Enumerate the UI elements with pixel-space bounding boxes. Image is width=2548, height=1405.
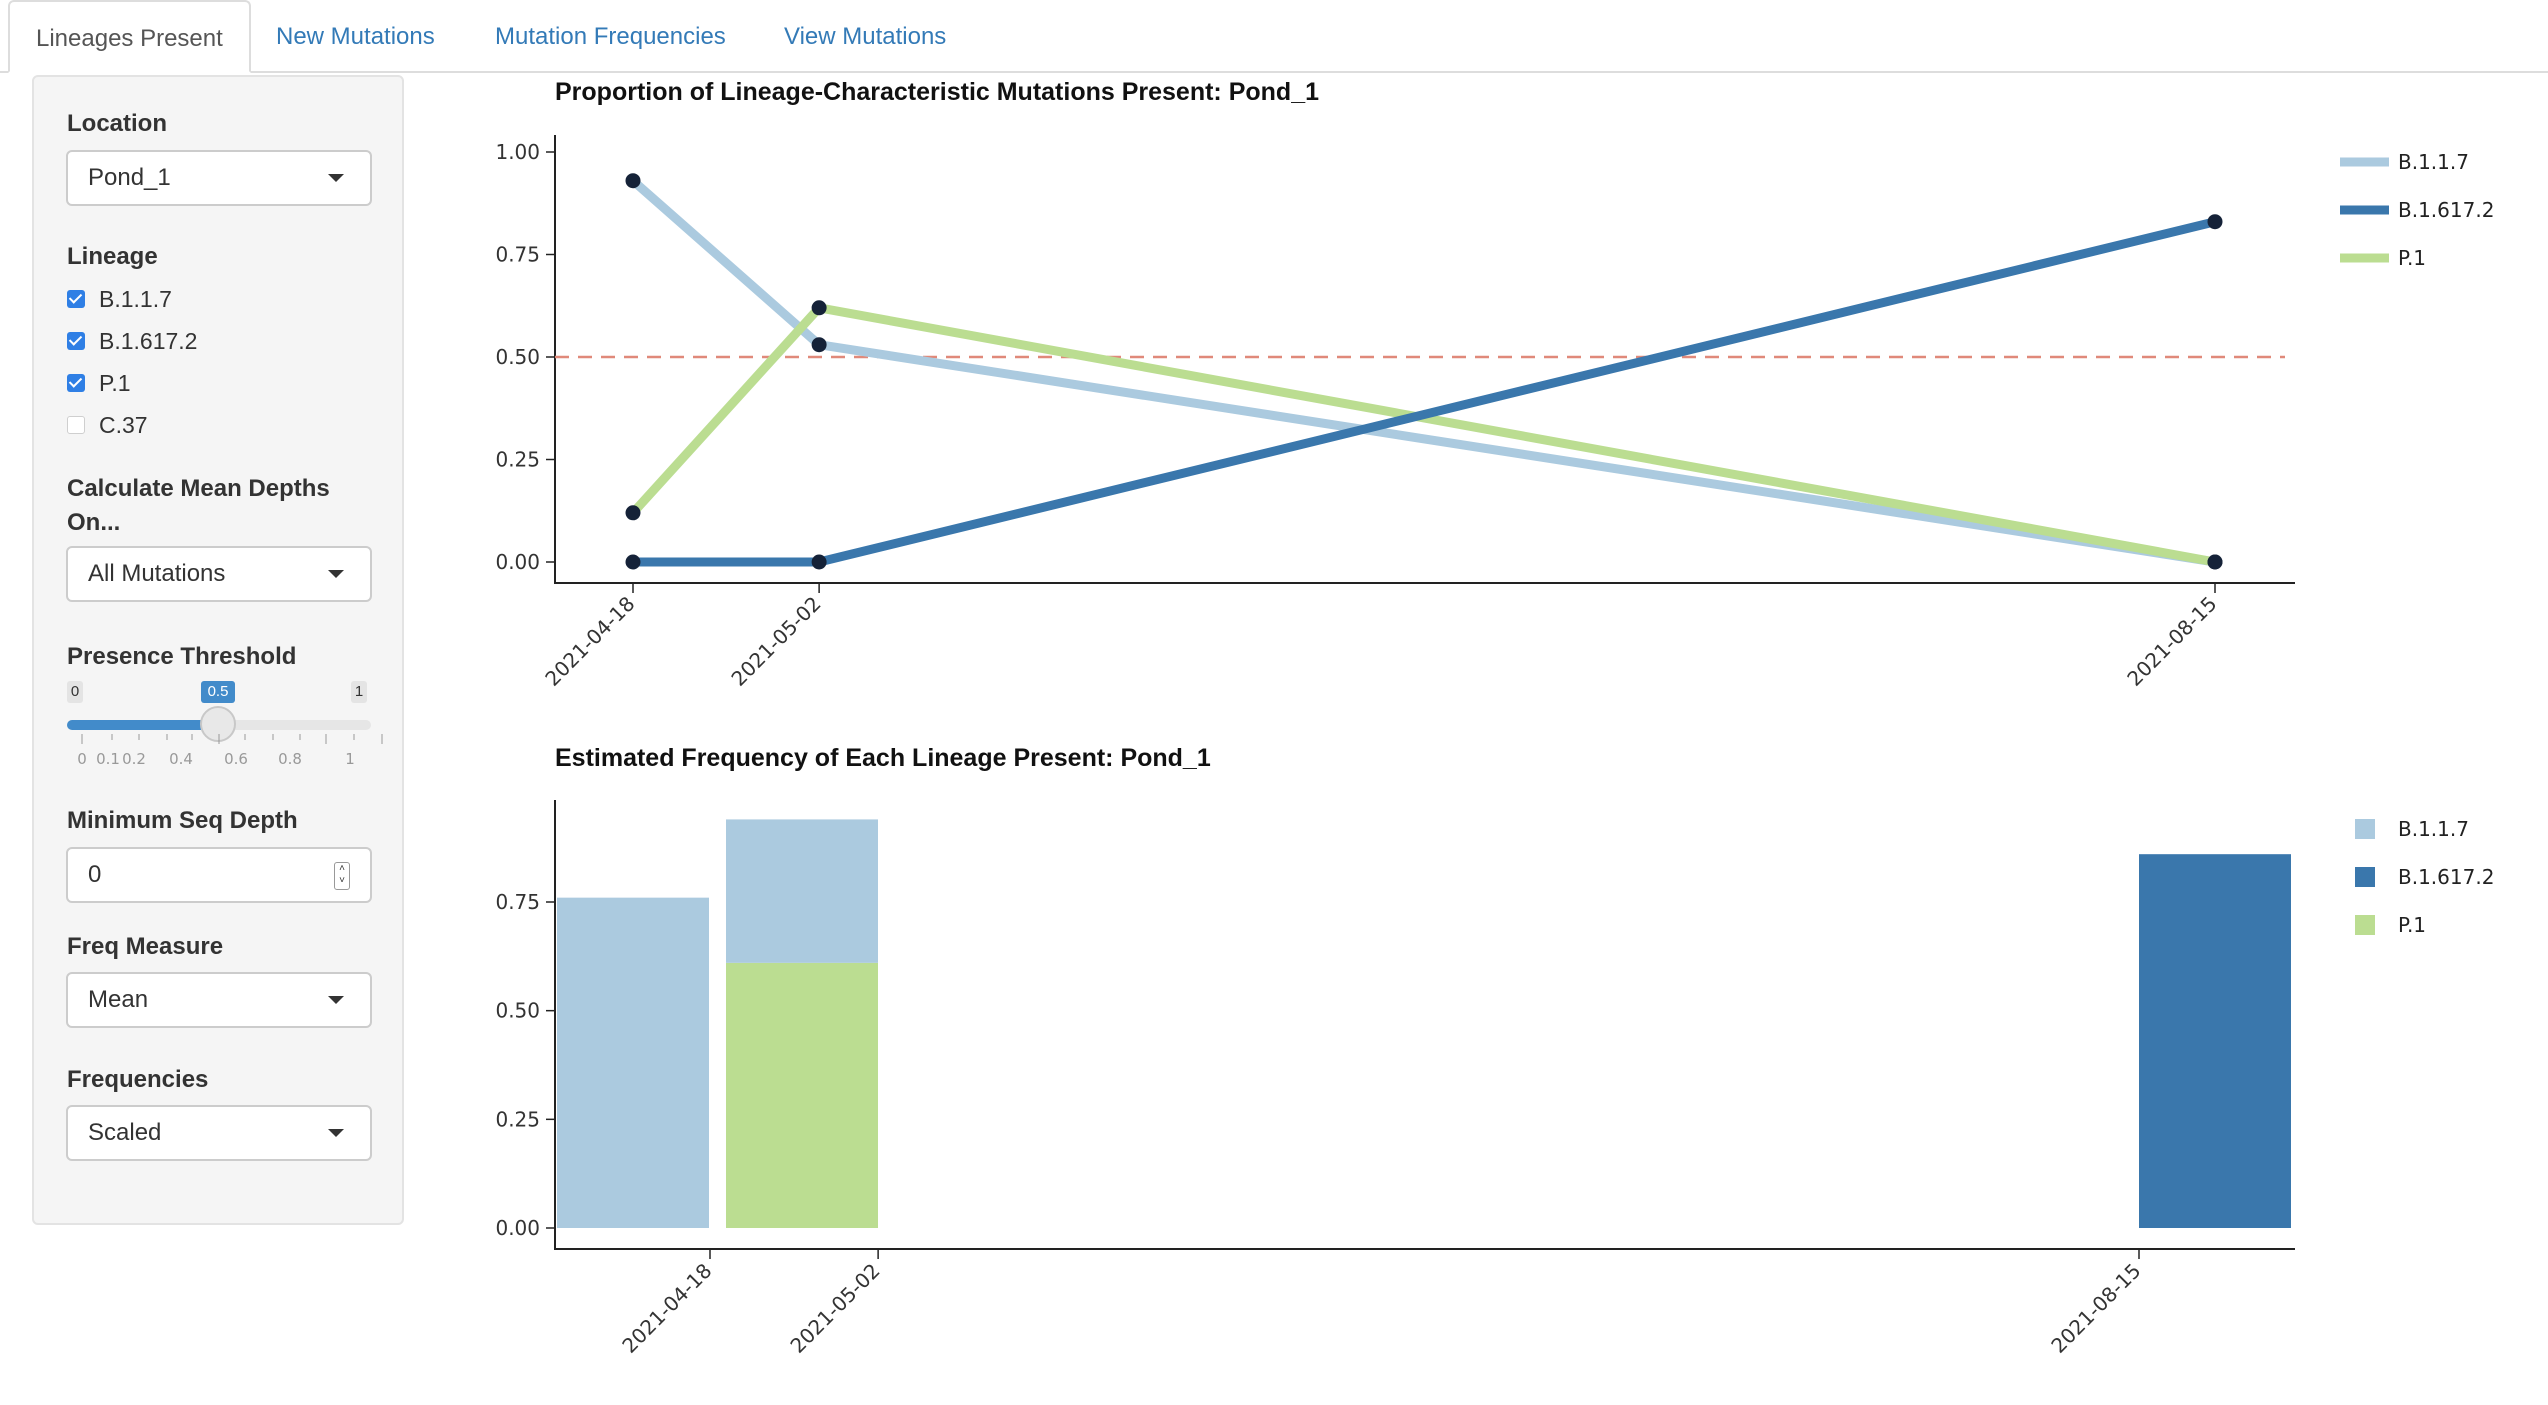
legend-swatch <box>2355 867 2375 887</box>
bar-P.1 <box>726 962 878 1228</box>
legend-label: P.1 <box>2398 913 2426 937</box>
bar-B.1.1.7 <box>726 819 878 963</box>
x-tick-label: 2021-04-18 <box>540 592 639 691</box>
bar-B.1.1.7 <box>557 897 709 1228</box>
data-point <box>2207 554 2223 570</box>
y-tick-label: 0.50 <box>495 345 540 369</box>
x-tick-label: 2021-08-15 <box>2122 592 2221 691</box>
legend-label: B.1.1.7 <box>2398 150 2469 174</box>
legend-label: B.1.617.2 <box>2398 198 2494 222</box>
legend-label: B.1.617.2 <box>2398 865 2494 889</box>
data-point <box>625 173 641 189</box>
y-tick-label: 0.00 <box>495 1216 540 1240</box>
series-line-B.1.617.2 <box>633 217 2217 567</box>
data-point <box>811 554 827 570</box>
x-tick-label: 2021-04-18 <box>617 1259 716 1358</box>
legend-label: B.1.1.7 <box>2398 817 2469 841</box>
legend-swatch <box>2355 819 2375 839</box>
legend-swatch <box>2355 915 2375 935</box>
data-point <box>811 300 827 316</box>
series-line-B.1.1.7 <box>630 177 2216 567</box>
bar-B.1.617.2 <box>2139 854 2291 1228</box>
y-tick-label: 0.50 <box>495 999 540 1023</box>
charts-canvas: 0.00 0.25 0.50 0.75 1.00 2021-04-18 2021-05-02… <box>495 135 2494 1358</box>
y-tick-label: 1.00 <box>495 140 540 164</box>
data-point <box>625 505 641 521</box>
x-tick-label: 2021-08-15 <box>2046 1259 2145 1358</box>
y-tick-label: 0.75 <box>495 890 540 914</box>
y-tick-label: 0.25 <box>495 1107 540 1131</box>
y-tick-label: 0.75 <box>495 243 540 267</box>
x-tick-label: 2021-05-02 <box>726 592 825 691</box>
data-point <box>811 337 827 353</box>
data-point <box>625 554 641 570</box>
data-point <box>2207 214 2223 230</box>
y-tick-label: 0.25 <box>495 448 540 472</box>
x-tick-label: 2021-05-02 <box>785 1259 884 1358</box>
legend-label: P.1 <box>2398 246 2426 270</box>
y-tick-label: 0.00 <box>495 550 540 574</box>
